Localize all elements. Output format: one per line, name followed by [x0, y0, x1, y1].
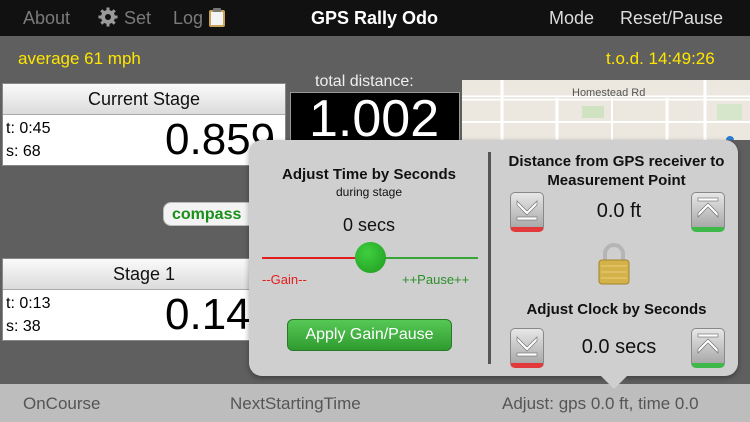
- adjust-status: Adjust: gps 0.0 ft, time 0.0: [502, 394, 699, 413]
- current-stage-title: Current Stage: [3, 84, 285, 115]
- pause-label: ++Pause++: [402, 272, 470, 287]
- clipboard-icon: [209, 8, 226, 27]
- map-street-label: Homestead Rd: [572, 87, 646, 99]
- bottom-bar: OnCourse NextStartingTime Adjust: gps 0.…: [0, 384, 750, 422]
- top-bar: About Set Log GPS Rally Odo Mode Reset/P…: [0, 0, 750, 36]
- current-stage-speed: s: 68: [6, 143, 41, 160]
- adjust-time-title: Adjust Time by Seconds: [282, 166, 456, 183]
- current-stage-time: t: 0:45: [6, 120, 51, 137]
- distance-increase-button[interactable]: [691, 192, 725, 232]
- adjust-time-value: 0 secs: [342, 215, 396, 235]
- clock-increase-button[interactable]: [691, 328, 725, 368]
- adjust-clock-value: 0.0 secs: [581, 336, 657, 358]
- adjust-time-subtitle: during stage: [335, 185, 403, 199]
- compass-button[interactable]: compass: [163, 202, 263, 226]
- stage1-distance: 0.14: [165, 290, 251, 339]
- about-button[interactable]: About: [23, 7, 70, 29]
- chevron-down-icon: [516, 336, 538, 357]
- oncourse-button[interactable]: OnCourse: [23, 394, 100, 414]
- log-button[interactable]: Log: [173, 7, 226, 29]
- current-stage-body: t: 0:45 s: 68 0.859: [3, 115, 285, 165]
- total-distance-value: 1.002: [309, 92, 440, 144]
- set-label: Set: [124, 8, 152, 28]
- distance-offset-value: 0.0 ft: [596, 200, 642, 222]
- map-view[interactable]: Homestead Rd: [462, 80, 750, 140]
- total-distance-label: total distance:: [315, 73, 414, 90]
- time-of-day: t.o.d. 14:49:26: [606, 49, 715, 68]
- total-distance-display: 1.002: [290, 92, 460, 144]
- mode-button[interactable]: Mode: [549, 7, 594, 29]
- distance-offset-title: Distance from GPS receiver to Measuremen…: [508, 153, 725, 189]
- time-slider-thumb[interactable]: [354, 242, 386, 273]
- popup-divider: [488, 152, 491, 364]
- stage1-body: t: 0:13 s: 38 0.14: [3, 290, 285, 340]
- chevron-down-icon: [516, 200, 538, 221]
- gain-label: --Gain--: [262, 272, 307, 287]
- slider-track-gain[interactable]: [262, 257, 370, 259]
- current-stage-panel[interactable]: Current Stage t: 0:45 s: 68 0.859: [2, 83, 286, 166]
- adjust-popover: Adjust Time by Seconds during stage 0 se…: [249, 140, 738, 376]
- popover-pointer: [601, 376, 627, 389]
- clock-decrease-button[interactable]: [510, 328, 544, 368]
- average-speed: average 61 mph: [18, 49, 141, 68]
- chevron-up-icon: [697, 333, 719, 354]
- slider-track-pause[interactable]: [370, 257, 478, 259]
- app-title: GPS Rally Odo: [311, 8, 439, 28]
- distance-decrease-button[interactable]: [510, 192, 544, 232]
- log-label: Log: [173, 8, 204, 28]
- adjust-clock-title: Adjust Clock by Seconds: [526, 301, 707, 318]
- chevron-up-icon: [697, 197, 719, 218]
- stage1-title: Stage 1: [3, 259, 285, 290]
- lock-icon[interactable]: [597, 241, 631, 285]
- apply-gain-pause-button[interactable]: Apply Gain/Pause: [287, 319, 452, 351]
- set-button[interactable]: Set: [98, 7, 151, 29]
- stage1-speed: s: 38: [6, 318, 41, 335]
- stage1-panel[interactable]: Stage 1 t: 0:13 s: 38 0.14: [2, 258, 286, 341]
- stage1-time: t: 0:13: [6, 295, 51, 312]
- next-starting-time-button[interactable]: NextStartingTime: [230, 394, 361, 414]
- gear-icon: [98, 7, 118, 27]
- reset-pause-button[interactable]: Reset/Pause: [620, 7, 723, 29]
